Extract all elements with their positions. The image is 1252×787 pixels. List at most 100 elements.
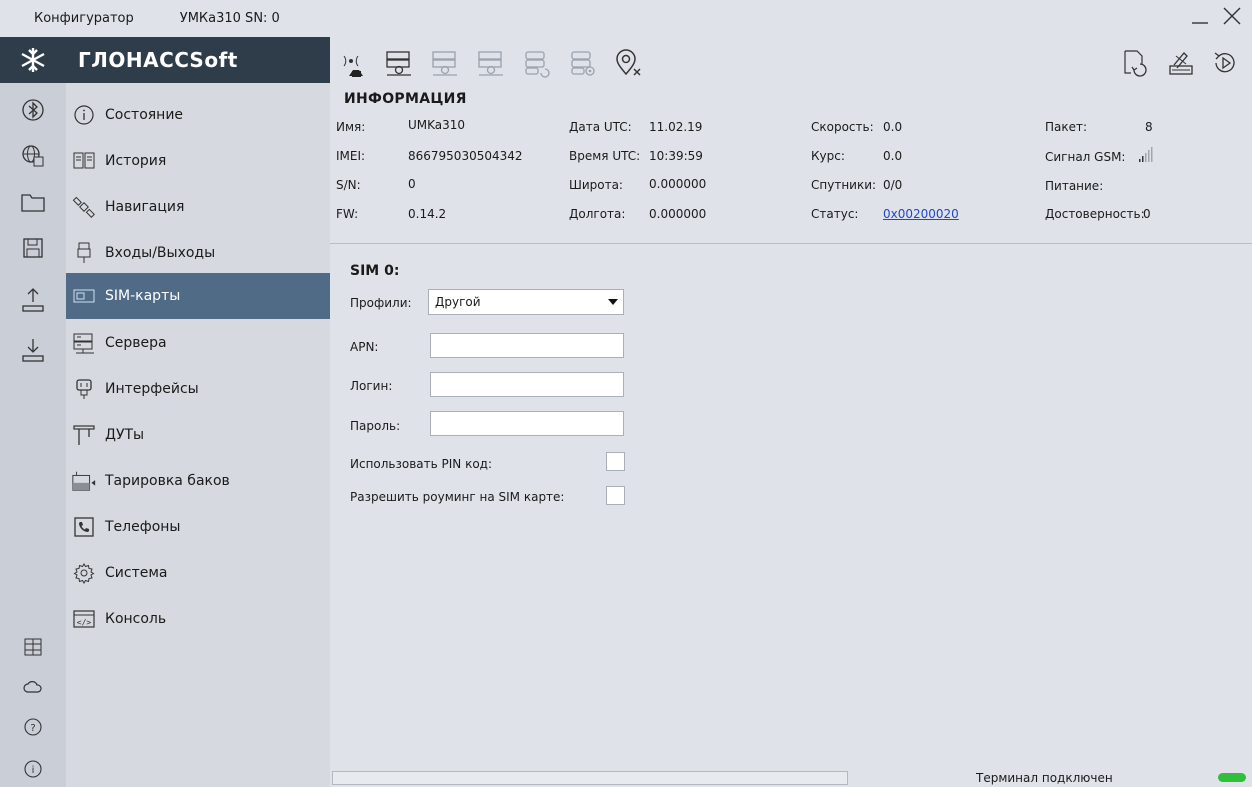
imei-value: 866795030504342 [408, 149, 523, 163]
close-icon [1223, 7, 1241, 25]
database-settings-icon [571, 51, 595, 76]
upload-icon [22, 288, 44, 312]
sidebar-item-fuel-sensors[interactable]: ДУТы [66, 412, 330, 458]
tank-icon [71, 468, 97, 494]
reset-button[interactable] [1208, 46, 1242, 80]
name-label: Имя: [336, 120, 366, 134]
server-location-icon [386, 51, 411, 76]
packet-label: Пакет: [1045, 120, 1088, 134]
folder-icon [21, 194, 45, 212]
sidebar-item-io[interactable]: Входы/Выходы [66, 230, 330, 276]
sidebar-item-interfaces[interactable]: Интерфейсы [66, 366, 330, 412]
reload-file-icon [1124, 50, 1147, 77]
time-utc-value: 10:39:59 [649, 149, 703, 163]
pin-checkbox[interactable] [606, 452, 625, 471]
sidebar-item-tank-calibration[interactable]: Тарировка баков [66, 458, 330, 504]
sidebar-item-label: История [105, 153, 167, 169]
open-folder-button[interactable] [0, 184, 66, 220]
info-icon: i [24, 760, 42, 778]
password-input[interactable] [430, 411, 624, 436]
location-off-button[interactable] [612, 46, 646, 80]
antenna-home-button[interactable] [336, 46, 370, 80]
server-location-3-button[interactable] [474, 46, 508, 80]
minimize-button[interactable] [1188, 4, 1212, 28]
chevron-down-icon [608, 299, 618, 305]
sidebar-item-phones[interactable]: Телефоны [66, 504, 330, 550]
sim-form: SIM 0: Профили: Другой APN: Логин: Парол… [330, 244, 1252, 764]
connection-led [1218, 773, 1246, 782]
database-settings-button[interactable] [566, 46, 600, 80]
grid-button[interactable] [0, 629, 66, 665]
save-button[interactable] [0, 230, 66, 266]
sim-card-icon [71, 283, 97, 309]
reload-file-button[interactable] [1118, 46, 1152, 80]
status-bar: Терминал подключен [330, 764, 1252, 787]
sidebar-item-label: Сервера [105, 335, 167, 351]
svg-text:</>: </> [77, 618, 92, 627]
fw-value: 0.14.2 [408, 207, 447, 221]
network-globe-icon [22, 145, 44, 167]
plug-icon [71, 240, 97, 266]
sidebar-item-history[interactable]: История [66, 138, 330, 184]
help-button[interactable]: ? [0, 709, 66, 745]
login-input[interactable] [430, 372, 624, 397]
password-label: Пароль: [350, 419, 401, 433]
firmware-button[interactable] [1164, 46, 1198, 80]
sidebar-item-label: Система [105, 565, 168, 581]
bluetooth-button[interactable] [0, 92, 66, 128]
roaming-checkbox[interactable] [606, 486, 625, 505]
network-button[interactable] [0, 138, 66, 174]
connector-icon [71, 376, 97, 402]
cloud-button[interactable] [0, 669, 66, 705]
grid-icon [24, 638, 42, 656]
database-refresh-button[interactable] [520, 46, 554, 80]
sidebar-item-navigation[interactable]: Навигация [66, 184, 330, 230]
sidebar-item-state[interactable]: Состояние [66, 92, 330, 138]
download-button[interactable] [0, 332, 66, 368]
sidebar-item-console[interactable]: </> Консоль [66, 596, 330, 642]
speed-label: Скорость: [811, 120, 874, 134]
server-location-3-icon [478, 51, 503, 76]
console-icon: </> [71, 606, 97, 632]
sidebar-item-label: Тарировка баков [105, 473, 230, 489]
sn-label: S/N: [336, 178, 361, 192]
signal-bars-icon [1139, 147, 1153, 162]
sim-title: SIM 0: [350, 263, 400, 279]
satellites-value: 0/0 [883, 178, 903, 192]
sidebar-item-sim-cards[interactable]: SIM-карты [66, 273, 330, 319]
login-label: Логин: [350, 379, 393, 393]
sidebar-item-servers[interactable]: Сервера [66, 320, 330, 366]
imei-label: IMEI: [336, 149, 366, 163]
fw-label: FW: [336, 207, 359, 221]
upload-button[interactable] [0, 282, 66, 318]
server-location-button[interactable] [382, 46, 416, 80]
info-title: ИНФОРМАЦИЯ [344, 91, 467, 107]
sidebar-item-system[interactable]: Система [66, 550, 330, 596]
phone-icon [71, 514, 97, 540]
latitude-label: Широта: [569, 178, 623, 192]
bluetooth-icon [22, 99, 44, 121]
sidebar-nav: ГЛОНАССSoft Состояние История Навигация … [66, 37, 330, 787]
longitude-value: 0.000000 [649, 207, 707, 221]
name-value: UMKa310 [408, 118, 466, 132]
close-button[interactable] [1220, 4, 1244, 28]
gsm-signal-indicator [1138, 147, 1154, 166]
sidebar-item-label: Интерфейсы [105, 381, 199, 397]
app-title: Конфигуратор [34, 11, 134, 26]
svg-text:i: i [32, 765, 35, 776]
sidebar-item-label: Состояние [105, 107, 184, 123]
server-location-2-button[interactable] [428, 46, 462, 80]
minimize-icon [1192, 22, 1208, 24]
sidebar-item-label: Телефоны [105, 519, 181, 535]
logo [0, 37, 66, 83]
status-value-link[interactable]: 0x00200020 [883, 207, 959, 221]
apn-input[interactable] [430, 333, 624, 358]
date-utc-label: Дата UTC: [569, 120, 632, 134]
cloud-icon [23, 681, 42, 693]
profiles-label: Профили: [350, 296, 412, 310]
title-bar: Конфигуратор УМКа310 SN: 0 [0, 0, 1252, 37]
sidebar-item-label: ДУТы [105, 427, 145, 443]
profiles-select[interactable]: Другой [428, 289, 624, 315]
about-button[interactable]: i [0, 751, 66, 787]
brand-name: ГЛОНАССSoft [66, 37, 330, 83]
